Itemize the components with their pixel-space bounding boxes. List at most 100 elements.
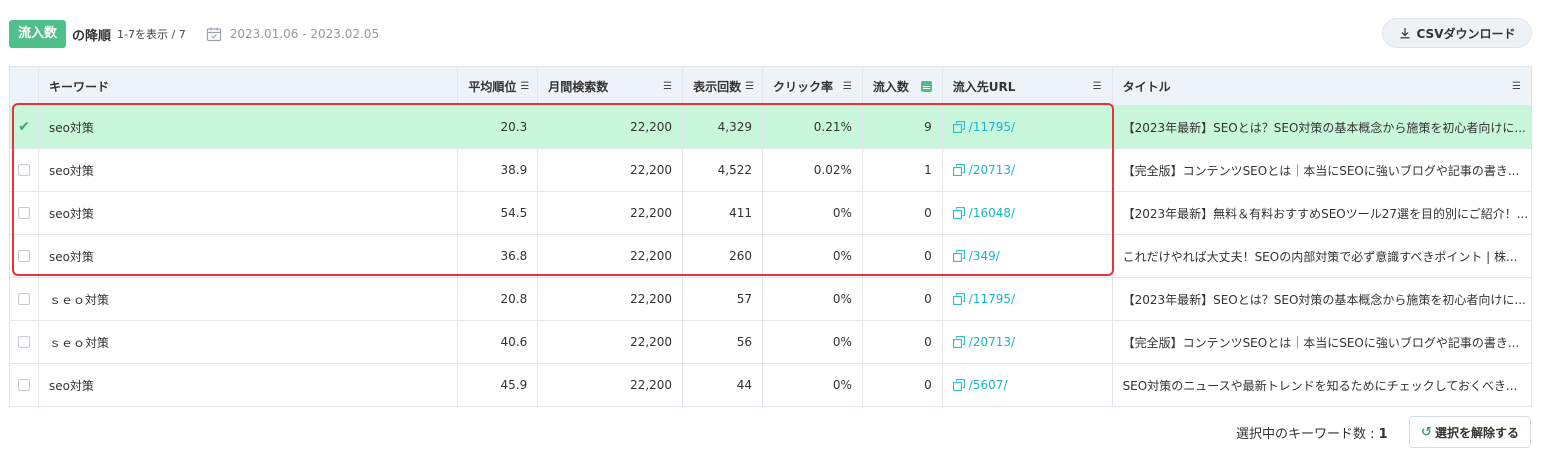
row-checkbox-cell[interactable] <box>10 235 38 277</box>
cell-title: 【完全版】コンテンツSEOとは｜本当にSEOに強いブログや記事の書き... <box>1111 321 1531 363</box>
column-menu-icon[interactable]: ☰ <box>1512 81 1521 92</box>
copy-icon[interactable] <box>952 164 965 176</box>
row-checkbox[interactable] <box>17 250 30 262</box>
url-text: /349/ <box>968 249 1000 263</box>
row-checkbox-cell[interactable] <box>10 321 38 363</box>
table-row[interactable]: ｓｅｏ対策 20.8 22,200 57 0% 0/11795/ 【2023年最新】SEOと… <box>10 277 1531 320</box>
table-row[interactable]: ｓｅｏ対策 40.6 22,200 56 0% 0/20713/ 【完全版】コンテンツSEO… <box>10 320 1531 363</box>
row-checkbox-cell[interactable] <box>10 364 38 406</box>
cell-search-volume: 22,200 <box>537 364 682 406</box>
cell-url: /20713/ <box>941 149 1112 191</box>
url-text: /5607/ <box>968 378 1008 392</box>
cell-impressions: 57 <box>682 278 762 320</box>
cell-inflow: 9 <box>861 106 942 148</box>
cell-impressions: 4,522 <box>682 149 762 191</box>
copy-icon[interactable] <box>952 293 965 305</box>
csv-download-label: CSVダウンロード <box>1416 26 1516 41</box>
keyword-table: キーワード 平均順位 ☰ 月間検索数 ☰ 表示回数 ☰ クリック率 ☰ 流入数 流入先U… <box>9 66 1532 407</box>
column-header-keyword[interactable]: キーワード <box>37 67 457 105</box>
cell-url: /11795/ <box>941 278 1112 320</box>
column-header-ctr[interactable]: クリック率 ☰ <box>761 67 862 105</box>
table-row[interactable]: seo対策 45.9 22,200 44 0% 0/5607/SEO対策のニュースや最新ト… <box>10 363 1531 406</box>
url-link[interactable]: /20713/ <box>952 335 1015 349</box>
csv-download-button[interactable]: CSVダウンロード <box>1382 18 1532 48</box>
url-link[interactable]: /349/ <box>952 249 1000 263</box>
copy-icon[interactable] <box>952 379 965 391</box>
row-checkbox-cell[interactable]: ✔ <box>10 106 38 148</box>
column-label: タイトル <box>1122 79 1171 94</box>
column-header-avg-rank[interactable]: 平均順位 ☰ <box>457 67 537 105</box>
column-menu-icon[interactable]: ☰ <box>663 81 672 92</box>
column-label: 月間検索数 <box>548 79 609 94</box>
url-link[interactable]: /11795/ <box>952 120 1015 134</box>
cell-avg-rank: 40.6 <box>457 321 537 363</box>
cell-inflow: 0 <box>861 192 942 234</box>
table-row[interactable]: seo対策 36.8 22,200 260 0% 0/349/これだけやれば大丈夫！SEO… <box>10 234 1531 277</box>
table-row[interactable]: seo対策 38.9 22,200 4,522 0.02% 1/20713/ 【完全版】コン… <box>10 148 1531 191</box>
sort-badge: 流入数 <box>9 20 67 48</box>
row-checkbox-cell[interactable] <box>10 278 38 320</box>
url-link[interactable]: /20713/ <box>952 163 1015 177</box>
table-row[interactable]: ✔ seo対策 20.3 22,200 4,329 0.21% 9/11795/ 【2023年… <box>10 105 1531 148</box>
cell-keyword: seo対策 <box>37 364 457 406</box>
sort-order-label: の降順 <box>72 28 112 44</box>
undo-icon: ↺ <box>1421 424 1432 440</box>
selected-count-label: 選択中のキーワード数 : <box>1236 427 1379 442</box>
cell-title: 【2023年最新】無料＆有料おすすめSEOツール27選を目的別にご紹介！... <box>1111 192 1531 234</box>
table-row[interactable]: seo対策 54.5 22,200 411 0% 0/16048/ 【2023年最新】無料＆… <box>10 191 1531 234</box>
cell-ctr: 0% <box>761 364 862 406</box>
column-menu-icon[interactable]: ☰ <box>843 81 852 92</box>
column-label: クリック率 <box>772 79 833 94</box>
row-checkbox-cell[interactable] <box>10 149 38 191</box>
cell-impressions: 411 <box>682 192 762 234</box>
column-header-title[interactable]: タイトル ☰ <box>1111 67 1531 105</box>
column-header-url[interactable]: 流入先URL ☰ <box>941 67 1112 105</box>
calendar-icon[interactable] <box>206 26 222 42</box>
cell-url: /5607/ <box>941 364 1112 406</box>
url-link[interactable]: /5607/ <box>952 378 1008 392</box>
cell-inflow: 0 <box>861 235 942 277</box>
row-checkbox[interactable] <box>17 293 30 305</box>
date-range[interactable]: 2023.01.06 - 2023.02.05 <box>230 27 379 41</box>
row-checkbox[interactable] <box>17 379 30 391</box>
column-menu-icon[interactable]: ☰ <box>520 81 529 92</box>
table-body: ✔ seo対策 20.3 22,200 4,329 0.21% 9/11795/【2023年… <box>10 105 1531 406</box>
column-header-inflow[interactable]: 流入数 <box>861 67 942 105</box>
url-link[interactable]: /11795/ <box>952 292 1015 306</box>
cell-inflow: 0 <box>861 321 942 363</box>
cell-url: /11795/ <box>941 106 1112 148</box>
row-checkbox[interactable] <box>17 164 30 176</box>
column-header-impressions[interactable]: 表示回数 ☰ <box>682 67 762 105</box>
column-label: 表示回数 <box>693 79 742 94</box>
cell-impressions: 260 <box>682 235 762 277</box>
copy-icon[interactable] <box>952 250 965 262</box>
row-checkbox[interactable] <box>17 207 30 219</box>
column-menu-icon[interactable]: ☰ <box>1093 81 1102 92</box>
copy-icon[interactable] <box>952 207 965 219</box>
checkmark-icon[interactable]: ✔ <box>18 119 30 135</box>
cell-impressions: 44 <box>682 364 762 406</box>
clear-selection-label: 選択を解除する <box>1434 425 1519 440</box>
column-header-search-volume[interactable]: 月間検索数 ☰ <box>537 67 682 105</box>
cell-search-volume: 22,200 <box>537 235 682 277</box>
copy-icon[interactable] <box>952 336 965 348</box>
column-menu-icon[interactable]: ☰ <box>745 81 754 92</box>
cell-avg-rank: 54.5 <box>457 192 537 234</box>
cell-ctr: 0.02% <box>761 149 862 191</box>
sorted-column-icon[interactable] <box>920 80 932 92</box>
result-range: 1-7を表示 / 7 <box>117 28 186 41</box>
selected-count-value: 1 <box>1378 427 1388 442</box>
cell-keyword: ｓｅｏ対策 <box>37 321 457 363</box>
column-label: 平均順位 <box>468 79 517 94</box>
cell-avg-rank: 20.3 <box>457 106 537 148</box>
url-link[interactable]: /16048/ <box>952 206 1016 220</box>
cell-ctr: 0% <box>761 321 862 363</box>
clear-selection-button[interactable]: ↺ 選択を解除する <box>1409 416 1531 448</box>
cell-search-volume: 22,200 <box>537 192 682 234</box>
row-checkbox-cell[interactable] <box>10 192 38 234</box>
download-icon <box>1400 28 1410 39</box>
copy-icon[interactable] <box>952 121 965 133</box>
sort-summary: 流入数 の降順 1-7を表示 / 7 2023.01.06 - 2023.02.… <box>9 20 379 48</box>
url-text: /16048/ <box>968 206 1016 220</box>
row-checkbox[interactable] <box>17 336 30 348</box>
